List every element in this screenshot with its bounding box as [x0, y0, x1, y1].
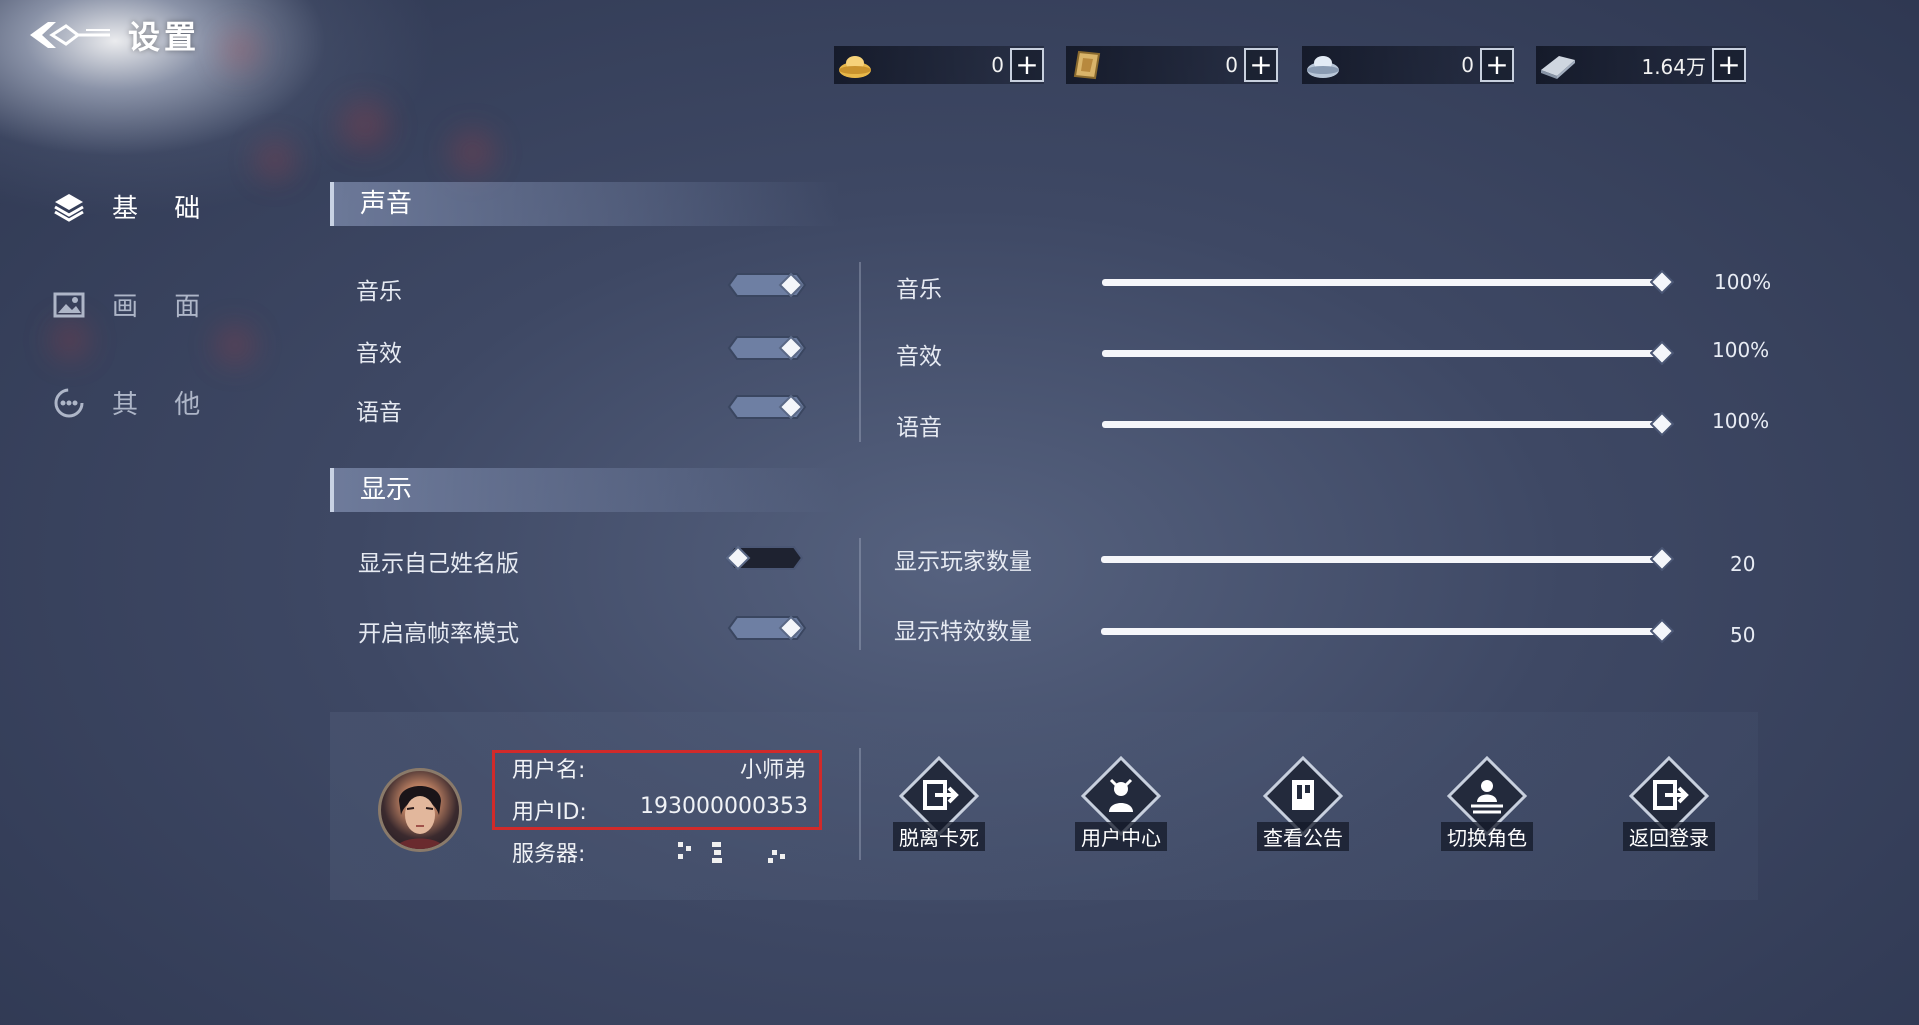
section-header-sound: 声音 [330, 182, 840, 226]
user-id-value: 193000000353 [640, 794, 808, 819]
action-label: 返回登录 [1623, 822, 1715, 851]
scroll-token-icon [1066, 47, 1108, 83]
avatar [378, 768, 462, 852]
return-login-button[interactable]: 返回登录 [1614, 756, 1724, 851]
player-count-slider[interactable] [1101, 547, 1674, 571]
currency-value: 0 [1461, 53, 1474, 77]
switch-character-button[interactable]: 切换角色 [1432, 756, 1542, 851]
currency-silver: 0 + [1302, 46, 1514, 84]
slider-thumb[interactable] [1650, 270, 1674, 294]
slider-thumb[interactable] [1650, 341, 1674, 365]
section-header-display: 显示 [330, 468, 840, 512]
toggle-label-voice: 语音 [356, 400, 402, 426]
slider-thumb[interactable] [1650, 619, 1674, 643]
voice-volume-slider[interactable] [1102, 412, 1674, 436]
currency-gold: 0 + [834, 46, 1044, 84]
server-value-redacted [672, 838, 802, 868]
currency-silver-bar: 1.64万 + [1536, 46, 1746, 84]
currency-value: 0 [991, 53, 1004, 77]
sidebar-item-label: 基 础 [112, 194, 215, 224]
currency-scroll: 0 + [1066, 46, 1278, 84]
action-label: 切换角色 [1441, 822, 1533, 851]
toggle-label-high-fps: 开启高帧率模式 [358, 621, 519, 647]
action-label: 查看公告 [1257, 822, 1349, 851]
slider-label-sfx: 音效 [896, 344, 942, 370]
slider-thumb[interactable] [1650, 412, 1674, 436]
music-toggle[interactable] [727, 270, 807, 300]
unstuck-button[interactable]: 脱离卡死 [884, 756, 994, 851]
sidebar-item-graphics[interactable]: 画 面 [52, 286, 214, 323]
currency-value: 0 [1225, 53, 1238, 77]
slider-label-player-count: 显示玩家数量 [894, 549, 1032, 575]
slider-label-effect-count: 显示特效数量 [894, 619, 1032, 645]
user-center-button[interactable]: 用户中心 [1066, 756, 1176, 851]
sidebar-item-label: 画 面 [112, 292, 215, 322]
high-fps-toggle[interactable] [727, 613, 807, 643]
silver-ingot-icon [1302, 47, 1344, 83]
add-currency-button[interactable]: + [1010, 48, 1044, 82]
player-count-value: 20 [1730, 552, 1756, 576]
divider [859, 748, 861, 860]
voice-volume-value: 100% [1712, 409, 1770, 433]
user-id-label: 用户ID: [512, 800, 587, 825]
voice-toggle[interactable] [727, 392, 807, 422]
server-label: 服务器: [512, 842, 586, 867]
slider-thumb[interactable] [1650, 547, 1674, 571]
sfx-volume-value: 100% [1712, 338, 1770, 362]
toggle-label-show-nameplate: 显示自己姓名版 [358, 551, 519, 577]
sidebar-item-other[interactable]: 其 他 [52, 384, 214, 421]
music-volume-slider[interactable] [1102, 270, 1674, 294]
sfx-volume-slider[interactable] [1102, 341, 1674, 365]
add-currency-button[interactable]: + [1712, 48, 1746, 82]
announcement-button[interactable]: 查看公告 [1248, 756, 1358, 851]
sfx-toggle[interactable] [727, 333, 807, 363]
username-value: 小师弟 [739, 758, 806, 783]
username-label: 用户名: [512, 758, 586, 783]
music-volume-value: 100% [1714, 270, 1772, 294]
gold-ingot-icon [834, 47, 876, 83]
silver-bar-icon [1536, 47, 1578, 83]
sidebar-item-basic[interactable]: 基 础 [52, 188, 214, 225]
add-currency-button[interactable]: + [1244, 48, 1278, 82]
sidebar-item-label: 其 他 [112, 390, 215, 420]
back-arrow-icon[interactable] [26, 18, 112, 52]
more-icon [52, 386, 86, 420]
picture-icon [52, 288, 86, 322]
divider [859, 262, 861, 442]
add-currency-button[interactable]: + [1480, 48, 1514, 82]
divider [859, 538, 861, 650]
currency-value: 1.64万 [1641, 54, 1706, 79]
layers-icon [52, 190, 86, 224]
effect-count-slider[interactable] [1101, 619, 1674, 643]
action-label: 用户中心 [1075, 822, 1167, 851]
slider-label-voice: 语音 [896, 415, 942, 441]
action-label: 脱离卡死 [893, 822, 985, 851]
show-nameplate-toggle[interactable] [724, 543, 804, 573]
slider-label-music: 音乐 [896, 277, 942, 303]
effect-count-value: 50 [1730, 623, 1756, 647]
toggle-label-sfx: 音效 [356, 341, 402, 367]
toggle-label-music: 音乐 [356, 279, 402, 305]
page-title: 设置 [128, 18, 201, 56]
